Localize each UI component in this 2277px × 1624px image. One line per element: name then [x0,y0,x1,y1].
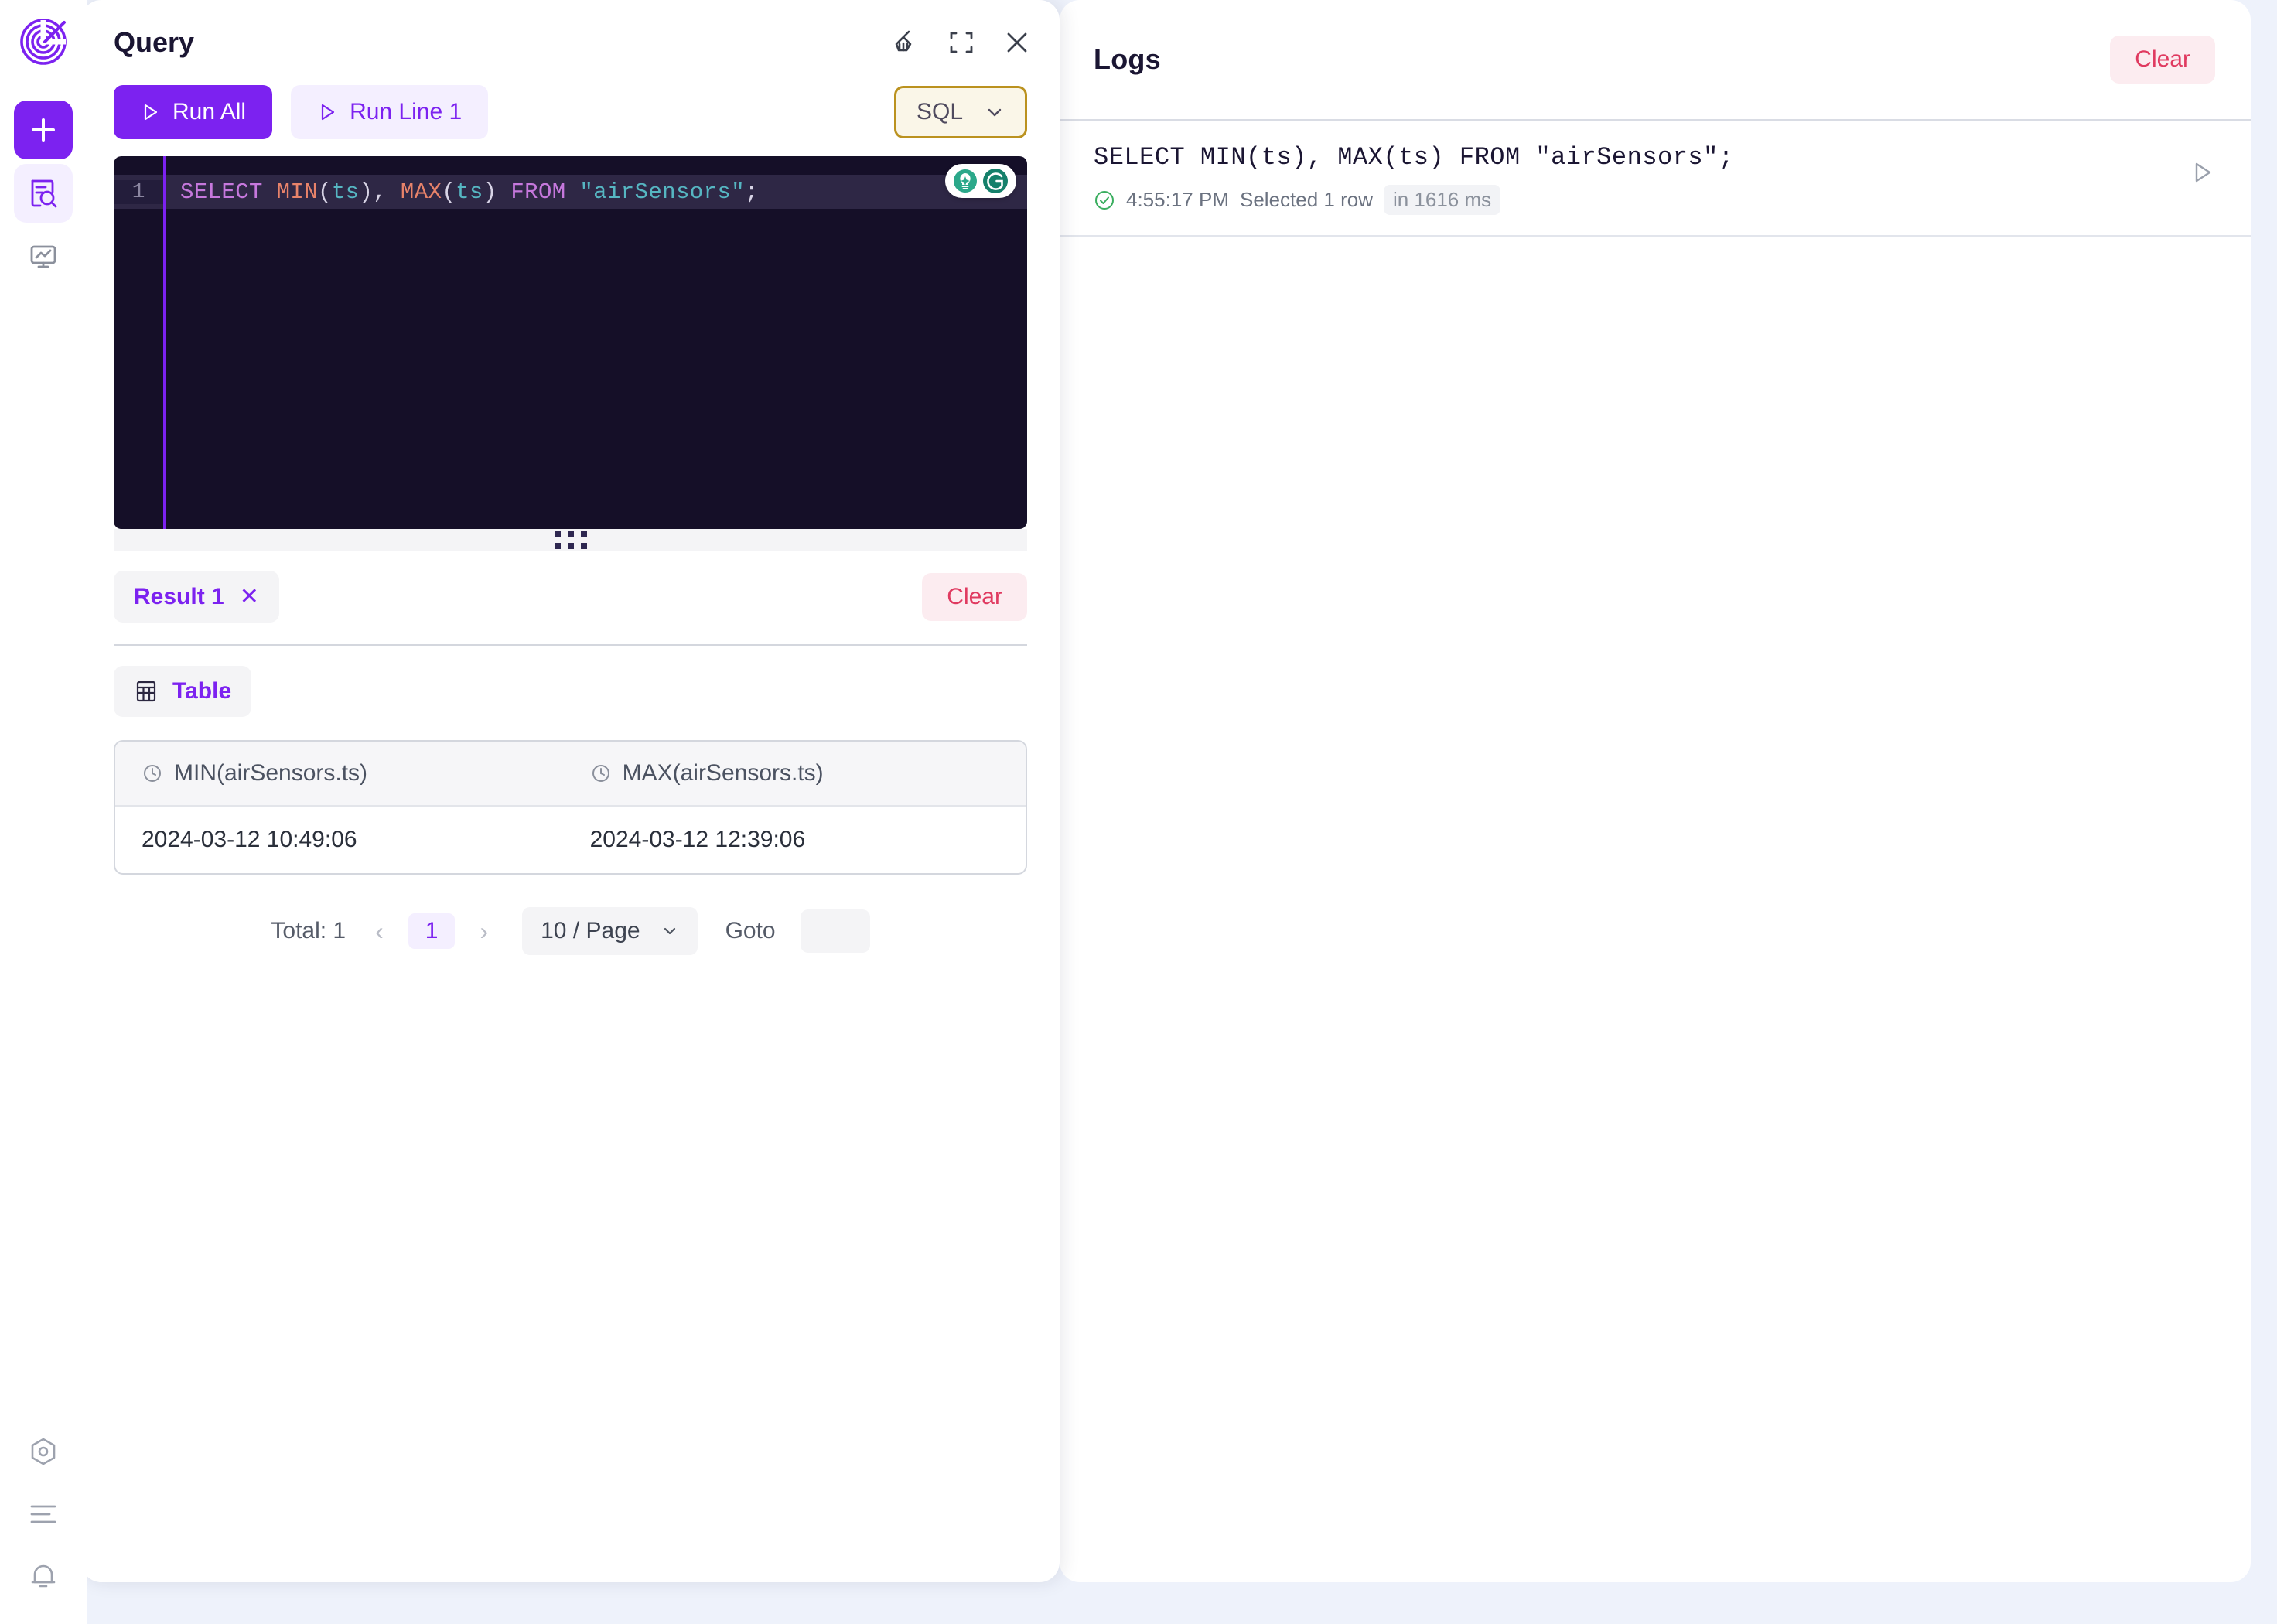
results-tab-bar: Result 1 ✕ Clear [81,551,1060,623]
grip-dots-icon [554,531,587,549]
editor-line-1[interactable]: 1 SELECT MIN(ts), MAX(ts) FROM "airSenso… [114,175,1027,209]
run-line-button[interactable]: Run Line 1 [291,85,489,139]
sidebar-item-query[interactable] [14,164,73,223]
pagination-next-icon[interactable]: › [472,914,496,949]
log-entry-sql: SELECT MIN(ts), MAX(ts) FROM "airSensors… [1094,143,1734,172]
results-table: MIN(airSensors.ts) MAX(airSensors.ts) 20… [115,742,1026,873]
table-header-row: MIN(airSensors.ts) MAX(airSensors.ts) [115,742,1026,807]
pagination: Total: 1 ‹ 1 › 10 / Page Goto [81,907,1060,963]
run-all-label: Run All [172,99,247,125]
tab-table[interactable]: Table [114,666,252,717]
column-header-min-label: MIN(airSensors.ts) [174,760,368,786]
column-header-max-label: MAX(airSensors.ts) [622,760,824,786]
result-tab-label: Result 1 [134,583,224,609]
bell-icon [31,1564,56,1588]
pagination-total: Total: 1 [271,918,346,943]
lightbulb-icon [954,169,977,193]
sidebar-item-notifications[interactable] [26,1559,60,1593]
logs-title: Logs [1094,43,1161,75]
play-icon [2195,162,2211,183]
sql-editor-wrapper: 1 SELECT MIN(ts), MAX(ts) FROM "airSenso… [81,156,1060,529]
column-header-min[interactable]: MIN(airSensors.ts) [115,742,564,807]
logs-clear-button[interactable]: Clear [2110,36,2215,84]
log-entry-duration: in 1616 ms [1383,185,1501,216]
broom-icon[interactable] [889,27,920,58]
editor-code-text: SELECT MIN(ts), MAX(ts) FROM "airSensors… [180,179,759,205]
results-clear-button[interactable]: Clear [922,572,1027,621]
hex-gear-icon [31,1438,56,1465]
pagination-prev-icon[interactable]: ‹ [367,914,391,949]
query-header: Query [81,0,1060,85]
writing-assistant-badge[interactable] [945,164,1016,198]
run-all-button[interactable]: Run All [114,85,273,139]
column-header-max[interactable]: MAX(airSensors.ts) [563,742,1026,807]
page-title: Query [114,26,195,58]
pagination-goto-input[interactable] [800,909,870,953]
check-circle-icon [1095,190,1114,210]
app-logo [14,12,73,71]
clock-icon [144,765,161,782]
results-table-head: MIN(airSensors.ts) MAX(airSensors.ts) [115,742,1026,807]
pagination-page-size-label: 10 / Page [541,918,640,943]
results-table-container: MIN(airSensors.ts) MAX(airSensors.ts) 20… [114,740,1027,875]
log-entry-meta: 4:55:17 PM Selected 1 row in 1616 ms [1094,185,1734,216]
sidebar-item-add[interactable] [14,101,73,159]
grammarly-g-icon [983,169,1008,193]
chevron-down-icon [664,927,675,935]
result-view-tabs: Table [81,646,1060,717]
list-lines-icon [30,1505,56,1523]
editor-caret-column [163,156,166,529]
chevron-down-icon [988,108,1002,117]
monitor-chart-icon [30,245,56,268]
sidebar-item-menu[interactable] [26,1502,60,1527]
play-icon [321,104,335,121]
pagination-page-size-select[interactable]: 10 / Page [522,907,698,955]
rail-bottom-group [26,1435,60,1624]
sidebar-item-settings[interactable] [26,1435,60,1469]
app-root: Logs Clear SELECT MIN(ts), MAX(ts) FROM … [0,0,2277,1624]
run-line-label: Run Line 1 [350,99,463,125]
pagination-page-1[interactable]: 1 [408,913,456,949]
cell-min-value: 2024-03-12 10:49:06 [142,827,357,852]
cell-max-value: 2024-03-12 12:39:06 [589,827,806,852]
pagination-goto-label: Goto [725,918,776,943]
log-entry-rerun-button[interactable] [2189,141,2215,186]
logs-header: Logs Clear [1060,0,2251,121]
log-entry: SELECT MIN(ts), MAX(ts) FROM "airSensors… [1060,121,2251,237]
log-entry-body: SELECT MIN(ts), MAX(ts) FROM "airSensors… [1094,141,1734,216]
table-row: 2024-03-12 10:49:06 2024-03-12 12:39:06 [115,806,1026,873]
plus-icon [32,118,55,142]
result-tab-close-icon[interactable]: ✕ [240,583,259,610]
logs-panel: Logs Clear SELECT MIN(ts), MAX(ts) FROM … [1060,0,2251,1582]
query-toolbar: Run All Run Line 1 SQL [81,85,1060,139]
table-grid-icon [136,681,156,702]
sql-editor[interactable]: 1 SELECT MIN(ts), MAX(ts) FROM "airSenso… [114,156,1027,529]
document-search-icon [31,179,57,208]
play-icon [144,104,158,121]
editor-resize-handle[interactable] [114,529,1027,551]
query-header-actions [889,27,1038,58]
sidebar-item-dashboard[interactable] [14,227,73,286]
clock-icon [592,765,609,782]
expand-icon[interactable] [947,28,976,57]
language-select-value: SQL [916,99,963,125]
close-icon[interactable] [1002,28,1032,57]
language-select[interactable]: SQL [893,86,1027,138]
query-panel: Query Run All Run Line 1 SQL 1 SELECT MI… [81,0,1060,1582]
result-tab-1[interactable]: Result 1 ✕ [114,571,279,623]
results-table-body: 2024-03-12 10:49:06 2024-03-12 12:39:06 [115,806,1026,873]
tab-table-label: Table [172,678,232,704]
log-entry-result: Selected 1 row [1239,188,1373,212]
editor-line-number: 1 [114,179,163,204]
log-entry-time: 4:55:17 PM [1126,188,1229,212]
left-nav-rail [0,0,87,1624]
